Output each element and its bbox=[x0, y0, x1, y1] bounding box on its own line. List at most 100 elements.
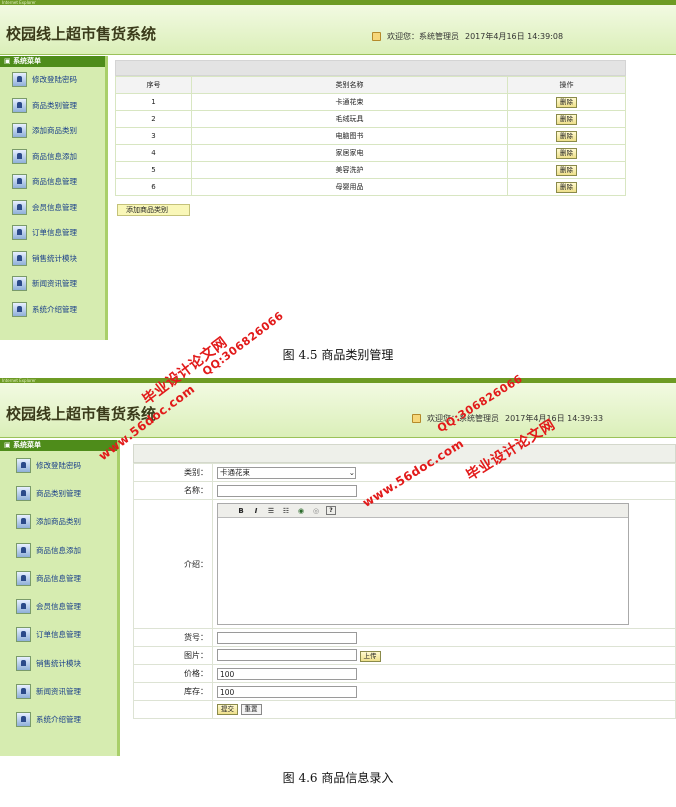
user-card-icon bbox=[16, 655, 31, 671]
cell-no: 2 bbox=[115, 110, 192, 128]
menu-item-member-manage[interactable]: 会员信息管理 bbox=[0, 592, 117, 620]
figure-caption-1: 图 4.5 商品类别管理 bbox=[282, 348, 394, 362]
delete-button[interactable]: 删除 bbox=[556, 181, 577, 193]
menu-item-news-manage[interactable]: 新闻资讯管理 bbox=[0, 677, 117, 705]
user-card-icon bbox=[12, 199, 27, 215]
figure-caption-2: 图 4.6 商品信息录入 bbox=[282, 771, 394, 785]
italic-icon[interactable]: I bbox=[251, 507, 261, 515]
reset-button[interactable]: 重置 bbox=[240, 704, 262, 715]
ordered-list-icon[interactable]: ☰ bbox=[266, 507, 276, 515]
table-row: 5 美容洗护 删除 bbox=[115, 161, 626, 179]
menu-item-add-category[interactable]: 添加商品类别 bbox=[0, 118, 105, 144]
user-card-icon bbox=[12, 97, 27, 113]
menu-item-order-manage[interactable]: 订单信息管理 bbox=[0, 621, 117, 649]
stock-input[interactable]: 100 bbox=[217, 685, 357, 698]
name-input[interactable] bbox=[217, 484, 357, 497]
intro-label: 介绍： bbox=[133, 499, 213, 629]
link-icon[interactable]: ◉ bbox=[296, 507, 306, 515]
cell-name: 家居家电 bbox=[191, 144, 508, 162]
delete-button[interactable]: 删除 bbox=[556, 96, 577, 108]
sku-input[interactable] bbox=[217, 631, 357, 644]
menu-item-add-product[interactable]: 商品信息添加 bbox=[0, 536, 117, 564]
col-header-no: 序号 bbox=[115, 76, 192, 94]
sidebar: ▣ 系统菜单 修改登陆密码 商品类别管理 添加商品类别 商品信息添加 商品信息管… bbox=[0, 56, 108, 340]
menu-item-news-manage[interactable]: 新闻资讯管理 bbox=[0, 271, 105, 297]
delete-button[interactable]: 删除 bbox=[556, 147, 577, 159]
menu-item-system-intro[interactable]: 系统介绍管理 bbox=[0, 706, 117, 734]
menu-item-add-category[interactable]: 添加商品类别 bbox=[0, 508, 117, 536]
table-row: 3 电脑图书 删除 bbox=[115, 127, 626, 145]
price-input[interactable]: 100 bbox=[217, 667, 357, 680]
image-input[interactable] bbox=[217, 649, 357, 662]
editor-toolbar: B I ☰ ☷ ◉ ◎ ? bbox=[218, 504, 628, 518]
product-form: 类别： 卡通花束 ⌄ 名称： 介绍： B I ☰ ☷ ◉ ◎ ? 货号： 图片：… bbox=[133, 463, 676, 719]
table-row: 4 家居家电 删除 bbox=[115, 144, 626, 162]
add-category-button[interactable]: 添加商品类别 bbox=[117, 204, 190, 216]
menu-item-sales-stats[interactable]: 销售统计模块 bbox=[0, 246, 105, 272]
unlink-icon[interactable]: ◎ bbox=[311, 507, 321, 515]
rich-text-editor[interactable]: B I ☰ ☷ ◉ ◎ ? bbox=[217, 503, 629, 625]
datetime: 2017年4月16日 14:39:08 bbox=[465, 32, 564, 41]
user-card-icon bbox=[16, 712, 31, 728]
menu-item-sales-stats[interactable]: 销售统计模块 bbox=[0, 649, 117, 677]
user-icon bbox=[412, 414, 421, 423]
cell-no: 4 bbox=[115, 144, 192, 162]
cell-no: 5 bbox=[115, 161, 192, 179]
user-card-icon bbox=[16, 684, 31, 700]
header: 校园线上超市售货系统 欢迎您：系统管理员 2017年4月16日 14:39:08 bbox=[0, 5, 676, 55]
form-row-intro: 介绍： B I ☰ ☷ ◉ ◎ ? bbox=[133, 499, 676, 629]
price-label: 价格： bbox=[133, 664, 213, 683]
header: 校园线上超市售货系统 欢迎您：系统管理员 2017年4月16日 14:39:33 bbox=[0, 383, 676, 438]
category-table: 序号 类别名称 操作 1 卡通花束 删除 2 毛绒玩具 删除 3 电脑图书 删除 4 家居家电… bbox=[115, 76, 626, 196]
user-card-icon bbox=[16, 627, 31, 643]
user-card-icon bbox=[16, 485, 31, 501]
user-card-icon bbox=[16, 542, 31, 558]
delete-button[interactable]: 删除 bbox=[556, 113, 577, 125]
submit-button[interactable]: 提交 bbox=[217, 704, 238, 715]
menu-item-system-intro[interactable]: 系统介绍管理 bbox=[0, 297, 105, 323]
cell-name: 美容洗护 bbox=[191, 161, 508, 179]
form-row-sku: 货号： bbox=[133, 628, 676, 647]
user-card-icon bbox=[16, 514, 31, 530]
user-bar: 欢迎您：系统管理员 2017年4月16日 14:39:08 bbox=[372, 31, 563, 42]
menu-item-category-manage[interactable]: 商品类别管理 bbox=[0, 479, 117, 507]
menu-item-add-product[interactable]: 商品信息添加 bbox=[0, 144, 105, 170]
form-row-price: 价格： 100 bbox=[133, 664, 676, 683]
category-label: 类别： bbox=[133, 463, 213, 482]
panel-header-bar bbox=[133, 444, 676, 463]
col-header-name: 类别名称 bbox=[191, 76, 508, 94]
cell-name: 母婴用品 bbox=[191, 178, 508, 196]
cell-name: 卡通花束 bbox=[191, 93, 508, 111]
screenshot-category-management: Internet Explorer 校园线上超市售货系统 欢迎您：系统管理员 2… bbox=[0, 0, 676, 340]
help-icon[interactable]: ? bbox=[326, 506, 336, 515]
user-card-icon bbox=[16, 599, 31, 615]
user-card-icon bbox=[12, 123, 27, 139]
category-select[interactable]: 卡通花束 ⌄ bbox=[217, 466, 356, 479]
unordered-list-icon[interactable]: ☷ bbox=[281, 507, 291, 515]
bold-icon[interactable]: B bbox=[236, 507, 246, 515]
name-label: 名称： bbox=[133, 481, 213, 500]
user-card-icon bbox=[12, 72, 27, 88]
menu-item-member-manage[interactable]: 会员信息管理 bbox=[0, 195, 105, 221]
menu-item-product-manage[interactable]: 商品信息管理 bbox=[0, 564, 117, 592]
menu-item-order-manage[interactable]: 订单信息管理 bbox=[0, 220, 105, 246]
cell-no: 1 bbox=[115, 93, 192, 111]
cell-no: 3 bbox=[115, 127, 192, 145]
sidebar: ▣ 系统菜单 修改登陆密码 商品类别管理 添加商品类别 商品信息添加 商品信息管… bbox=[0, 440, 120, 756]
screenshot-product-entry: Internet Explorer 校园线上超市售货系统 欢迎您：系统管理员 2… bbox=[0, 378, 676, 756]
app-title: 校园线上超市售货系统 bbox=[6, 25, 157, 43]
welcome-text: 欢迎您：系统管理员 bbox=[387, 32, 459, 41]
form-row-actions: 提交 重置 bbox=[133, 700, 676, 719]
menu-item-change-password[interactable]: 修改登陆密码 bbox=[0, 67, 105, 93]
menu-item-category-manage[interactable]: 商品类别管理 bbox=[0, 93, 105, 119]
delete-button[interactable]: 删除 bbox=[556, 164, 577, 176]
upload-button[interactable]: 上传 bbox=[359, 650, 381, 662]
sku-label: 货号： bbox=[133, 628, 213, 647]
delete-button[interactable]: 删除 bbox=[556, 130, 577, 142]
image-label: 图片： bbox=[133, 646, 213, 665]
cell-name: 电脑图书 bbox=[191, 127, 508, 145]
form-row-image: 图片： 上传 bbox=[133, 646, 676, 665]
chevron-down-icon: ⌄ bbox=[348, 468, 355, 477]
menu-item-product-manage[interactable]: 商品信息管理 bbox=[0, 169, 105, 195]
app-title: 校园线上超市售货系统 bbox=[6, 405, 157, 423]
